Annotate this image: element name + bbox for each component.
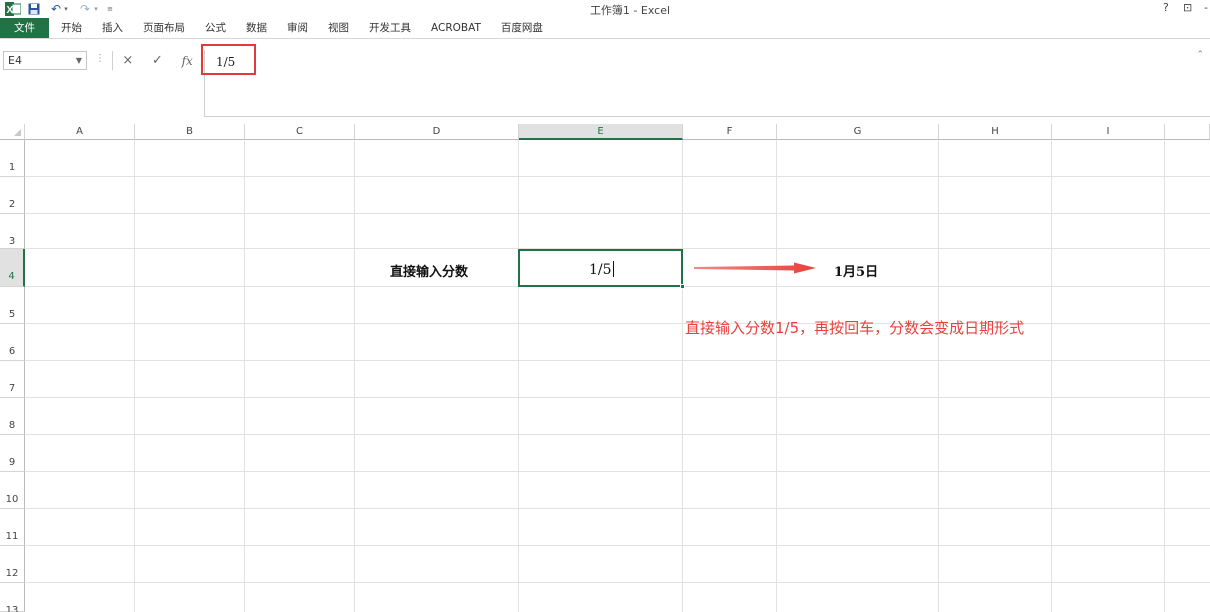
gridline <box>25 434 1210 435</box>
row-header-3[interactable]: 3 <box>0 214 25 249</box>
red-arrow-icon <box>694 262 816 274</box>
tab-page-layout[interactable]: 页面布局 <box>133 18 195 38</box>
tab-data[interactable]: 数据 <box>236 18 277 38</box>
tab-baidu-netdisk[interactable]: 百度网盘 <box>491 18 553 38</box>
column-header-a[interactable]: A <box>25 124 135 140</box>
enter-icon[interactable]: ✓ <box>143 53 173 68</box>
gridline <box>244 140 245 612</box>
gridline <box>25 582 1210 583</box>
tab-acrobat[interactable]: ACROBAT <box>421 18 491 38</box>
gridline <box>938 140 939 612</box>
gridline <box>354 140 355 612</box>
row-header-10[interactable]: 10 <box>0 472 25 509</box>
column-header-h[interactable]: H <box>939 124 1052 140</box>
cancel-icon[interactable]: × <box>113 53 143 68</box>
column-header-d[interactable]: D <box>355 124 519 140</box>
text-cursor <box>612 261 614 277</box>
row-header-11[interactable]: 11 <box>0 509 25 546</box>
row-header-5[interactable]: 5 <box>0 287 25 324</box>
gridline <box>25 213 1210 214</box>
gridline <box>25 323 1210 324</box>
tab-insert[interactable]: 插入 <box>92 18 133 38</box>
highlight-box <box>201 44 256 75</box>
column-header-i[interactable]: I <box>1052 124 1165 140</box>
cell-d4[interactable]: 直接输入分数 <box>390 261 468 280</box>
cell-e4-editing[interactable]: 1/5 <box>589 261 614 278</box>
tab-formulas[interactable]: 公式 <box>195 18 236 38</box>
row-header-9[interactable]: 9 <box>0 435 25 472</box>
help-button[interactable]: ? <box>1163 1 1169 17</box>
gridline <box>1051 140 1052 612</box>
row-header-13[interactable]: 13 <box>0 583 25 612</box>
name-box[interactable]: E4 ▼ <box>3 51 87 70</box>
row-header-2[interactable]: 2 <box>0 177 25 214</box>
tab-home[interactable]: 开始 <box>51 18 92 38</box>
tab-file[interactable]: 文件 <box>0 18 49 38</box>
fill-handle[interactable] <box>680 284 685 289</box>
collapse-formula-bar-icon[interactable]: ⌃ <box>1196 50 1204 60</box>
column-header-b[interactable]: B <box>135 124 245 140</box>
annotation-text: 直接输入分数1/5，再按回车，分数会变成日期形式 <box>685 319 1025 337</box>
gridline <box>25 397 1210 398</box>
column-header-f[interactable]: F <box>683 124 777 140</box>
column-header-c[interactable]: C <box>245 124 355 140</box>
gridline <box>134 140 135 612</box>
formula-bar-resize-handle[interactable]: ⋮ <box>95 53 105 64</box>
column-header-extra[interactable] <box>1165 124 1210 140</box>
row-header-8[interactable]: 8 <box>0 398 25 435</box>
name-box-value: E4 <box>8 54 22 67</box>
ribbon-display-options-icon[interactable]: ⊡ <box>1183 1 1192 17</box>
title-bar: X ↶ ▾ ↷ ▾ ≡ 工作簿1 - Excel ? ⊡ - <box>0 0 1210 18</box>
row-header-4[interactable]: 4 <box>0 249 25 287</box>
row-header-1[interactable]: 1 <box>0 140 25 177</box>
gridline <box>25 545 1210 546</box>
gridline <box>518 140 519 612</box>
gridline <box>1164 140 1165 612</box>
tab-developer[interactable]: 开发工具 <box>359 18 421 38</box>
window-title: 工作簿1 - Excel <box>589 4 671 17</box>
row-header-12[interactable]: 12 <box>0 546 25 583</box>
tab-view[interactable]: 视图 <box>318 18 359 38</box>
gridline <box>776 140 777 612</box>
row-header-6[interactable]: 6 <box>0 324 25 361</box>
gridline <box>25 508 1210 509</box>
insert-function-icon[interactable]: fx <box>172 54 202 68</box>
cell-e4-value: 1/5 <box>589 262 612 278</box>
cell-g4[interactable]: 1月5日 <box>834 261 878 280</box>
ribbon-tabs: 文件 开始 插入 页面布局 公式 数据 审阅 视图 开发工具 ACROBAT 百… <box>0 18 1210 38</box>
select-all-button[interactable] <box>0 124 25 140</box>
column-header-g[interactable]: G <box>777 124 939 140</box>
gridline <box>682 140 683 612</box>
gridline <box>25 176 1210 177</box>
gridline <box>25 471 1210 472</box>
tab-review[interactable]: 审阅 <box>277 18 318 38</box>
formula-input[interactable]: 1/5 <box>204 50 1210 117</box>
gridline <box>25 360 1210 361</box>
ribbon-divider <box>0 38 1210 39</box>
column-header-e[interactable]: E <box>519 124 683 140</box>
formula-bar-buttons: × ✓ fx <box>112 51 202 70</box>
minimize-button[interactable]: - <box>1204 1 1208 17</box>
worksheet-grid[interactable]: A B C D E F G H I 1 2 3 4 5 6 7 8 9 10 1… <box>0 124 1210 612</box>
row-header-7[interactable]: 7 <box>0 361 25 398</box>
chevron-down-icon[interactable]: ▼ <box>76 52 82 69</box>
